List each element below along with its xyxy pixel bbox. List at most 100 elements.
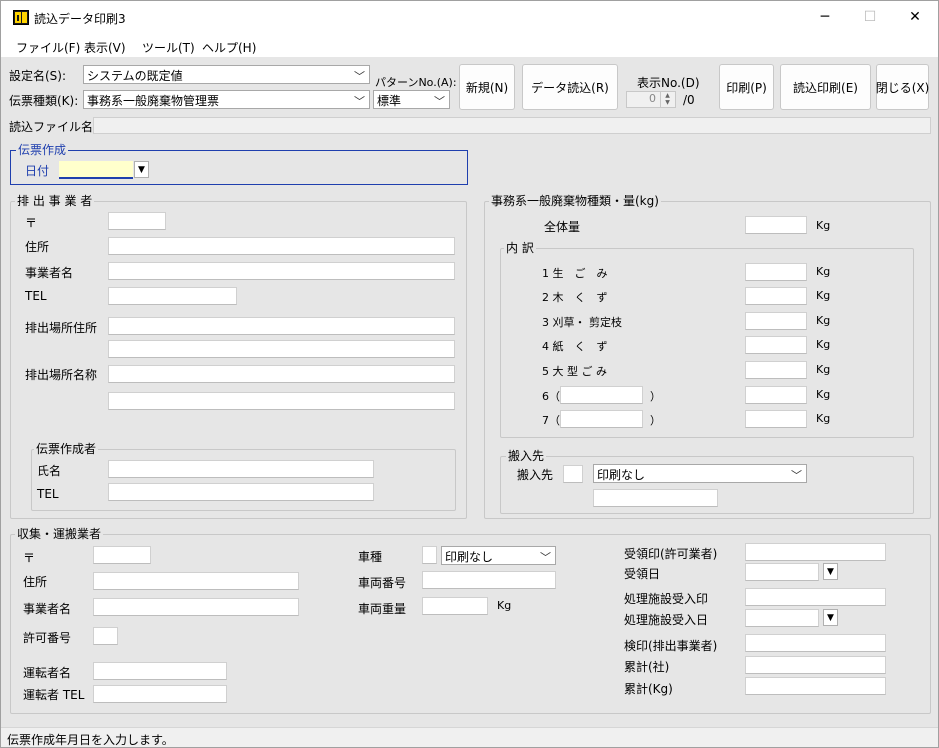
waste-item-input[interactable] [745,336,807,354]
print-button[interactable]: 印刷(P) [719,64,774,110]
read-print-button[interactable]: 読込印刷(E) [780,64,871,110]
pattern-label: パターンNo.(A): [375,76,457,89]
waste-item-label: 2 木 く ず [542,291,608,304]
vehicle-no-label: 車両番号 [358,576,407,590]
discharger-address-input[interactable] [108,237,455,255]
site-name-input-1[interactable] [108,365,455,383]
slip-type-label: 伝票種類(K): [9,94,79,108]
site-address-label: 排出場所住所 [25,321,98,335]
chevron-down-icon: ﹀ [434,95,445,108]
collector-postal-label: 〒 [23,551,36,565]
data-read-button[interactable]: データ読込(R) [522,64,618,110]
inspection-seal-label: 検印(排出事業者) [624,639,718,653]
collector-postal-input[interactable] [93,546,151,564]
minimize-icon[interactable]: ─ [802,1,848,33]
waste-total-unit: Kg [816,219,831,232]
read-file-field [93,117,931,134]
waste-item-input[interactable] [745,312,807,330]
creator-tel-label: TEL [37,487,59,501]
unit-label: Kg [816,412,831,425]
menu-help[interactable]: ヘルプ(H) [202,39,256,56]
receipt-seal-label: 受領印(許可業者) [624,547,718,561]
cumulative-company-input[interactable] [745,656,886,674]
driver-tel-input[interactable] [93,685,227,703]
collector-title: 収集・運搬業者 [15,525,104,542]
date-input[interactable] [59,161,133,179]
vehicle-type-label: 車種 [358,550,383,564]
chevron-down-icon: ﹀ [354,70,365,83]
discharger-tel-input[interactable] [108,287,237,305]
discharger-postal-label: 〒 [25,216,38,230]
read-file-label: 読込ファイル名 [9,120,94,134]
new-button[interactable]: 新規(N) [459,64,515,110]
setting-select[interactable]: システムの既定値 ﹀ [83,65,370,84]
site-address-input-1[interactable] [108,317,455,335]
waste-item-label: 3 刈草・ 剪定枝 [542,316,622,329]
slip-type-select[interactable]: 事務系一般廃棄物管理票 ﹀ [83,90,370,109]
waste-item-label: 7（ [542,414,560,427]
creator-title: 伝票作成者 [34,440,99,457]
discharger-postal-input[interactable] [108,212,166,230]
site-name-input-2[interactable] [108,392,455,410]
maximize-icon[interactable]: ☐ [847,1,893,33]
waste-item-input[interactable] [745,263,807,281]
breakdown-title: 内 訳 [504,239,536,256]
discharger-tel-label: TEL [25,289,47,303]
driver-tel-label: 運転者 TEL [23,688,85,702]
discharger-business-name-input[interactable] [108,262,455,280]
cumulative-kg-input[interactable] [745,677,886,695]
waste-item-other-name-input[interactable] [560,386,643,404]
permit-input[interactable] [93,627,118,645]
window-title: 読込データ印刷3 [34,12,126,26]
waste-total-input[interactable] [745,216,807,234]
waste-item-input[interactable] [745,361,807,379]
delivery-name-input[interactable] [593,489,718,507]
vehicle-type-code-input[interactable] [422,546,437,564]
close-paren: ） [650,414,661,427]
waste-item-label: 4 紙 く ず [542,340,608,353]
collector-business-name-input[interactable] [93,598,299,616]
display-no-spinner[interactable]: 0 ▲ ▼ [626,91,676,108]
unit-label: Kg [816,314,831,327]
discharger-title: 排 出 事 業 者 [15,192,95,209]
vehicle-weight-input[interactable] [422,597,488,615]
receipt-date-dropdown-icon[interactable]: ▼ [823,563,838,580]
waste-title: 事務系一般廃棄物種類・量(kg) [489,192,661,209]
waste-item-other-name-input[interactable] [560,410,643,428]
waste-item-input[interactable] [745,386,807,404]
cumulative-kg-label: 累計(Kg) [624,682,673,696]
vehicle-no-input[interactable] [422,571,556,589]
pattern-select[interactable]: 標準 ﹀ [373,90,450,109]
display-no-total: /0 [683,93,695,107]
creator-tel-input[interactable] [108,483,374,501]
menu-view[interactable]: 表示(V) [84,39,126,56]
receipt-seal-input[interactable] [745,543,886,561]
unit-label: Kg [816,265,831,278]
driver-input[interactable] [93,662,227,680]
date-dropdown-icon[interactable]: ▼ [134,161,149,178]
site-address-input-2[interactable] [108,340,455,358]
facility-date-input[interactable] [745,609,819,627]
receipt-date-label: 受領日 [624,567,661,581]
vehicle-weight-label: 車両重量 [358,602,407,616]
close-button[interactable]: 閉じる(X) [876,64,929,110]
facility-seal-input[interactable] [745,588,886,606]
display-no-label: 表示No.(D) [637,76,700,90]
cumulative-company-label: 累計(社) [624,660,670,674]
chevron-down-icon: ﹀ [791,469,802,482]
close-icon[interactable]: ✕ [892,1,938,33]
vehicle-type-select[interactable]: 印刷なし ﹀ [441,546,556,565]
facility-date-dropdown-icon[interactable]: ▼ [823,609,838,626]
menu-file[interactable]: ファイル(F) [16,39,80,56]
inspection-seal-input[interactable] [745,634,886,652]
delivery-select[interactable]: 印刷なし ﹀ [593,464,807,483]
facility-date-label: 処理施設受入日 [624,613,709,627]
receipt-date-input[interactable] [745,563,819,581]
waste-item-input[interactable] [745,410,807,428]
waste-item-input[interactable] [745,287,807,305]
creator-name-input[interactable] [108,460,374,478]
menu-tools[interactable]: ツール(T) [142,39,195,56]
collector-address-input[interactable] [93,572,299,590]
delivery-code-input[interactable] [563,465,583,483]
chevron-down-icon: ﹀ [354,95,365,108]
